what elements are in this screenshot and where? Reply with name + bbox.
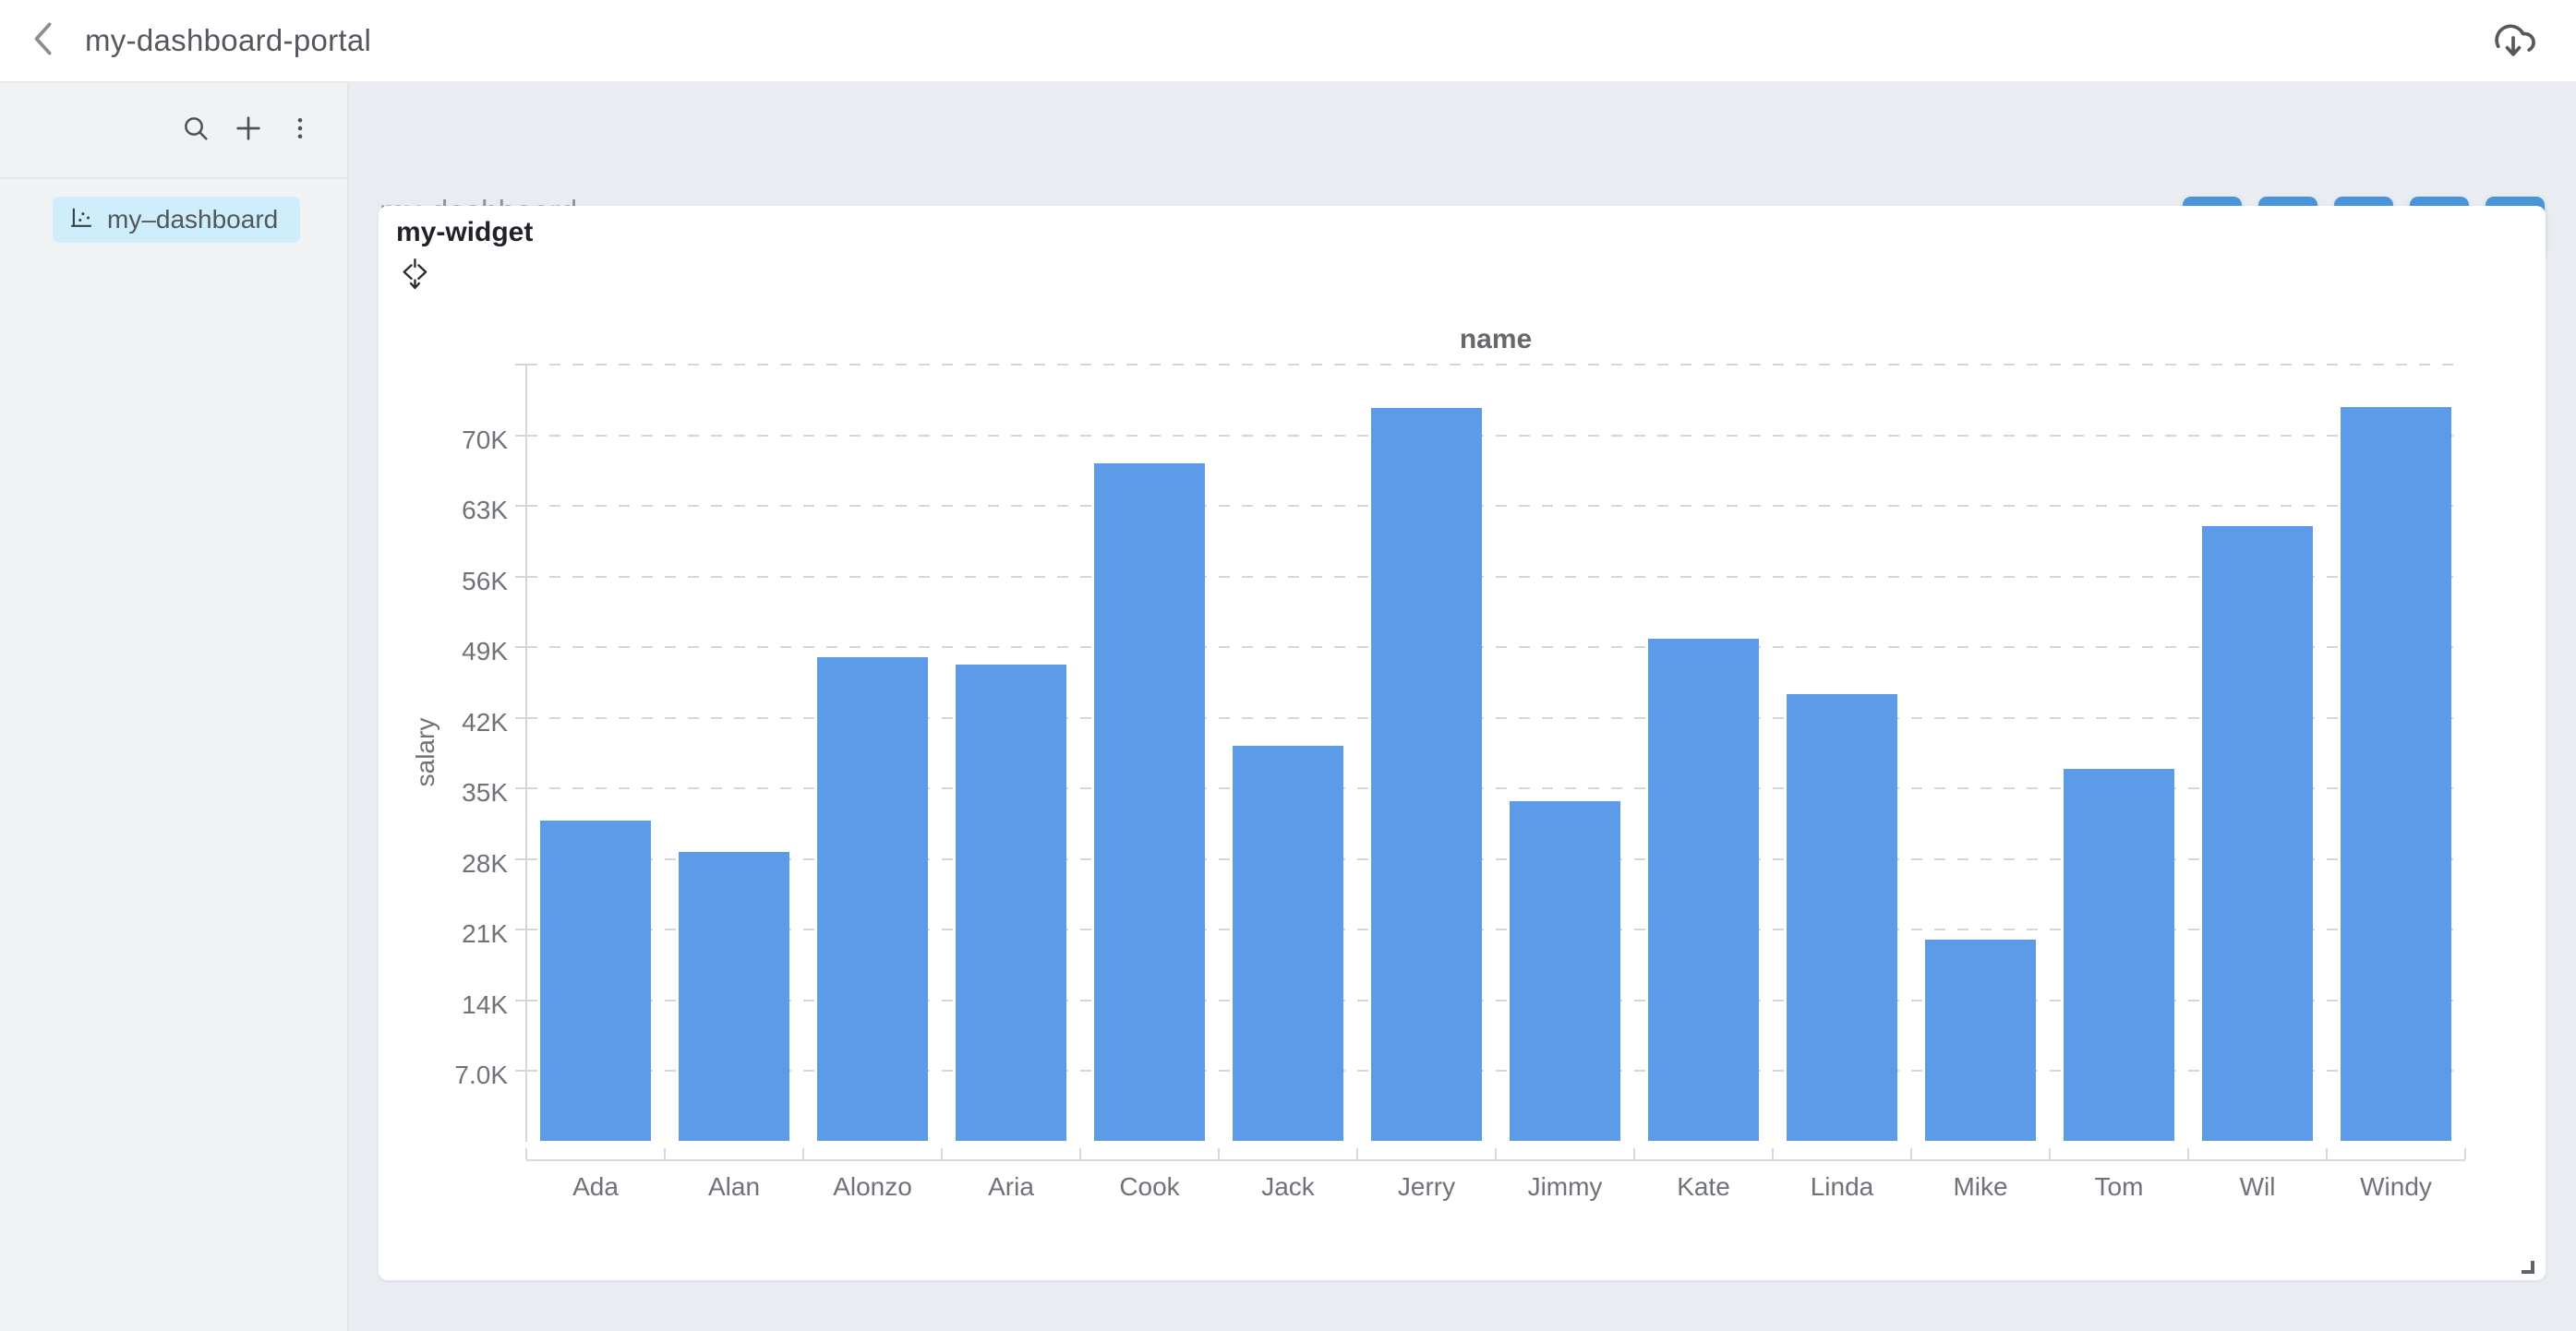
dashboard-portal-app: my-dashboard-portal (0, 0, 2576, 1331)
sidebar: my–dashboard (0, 83, 349, 1331)
y-gridline (526, 646, 2465, 648)
x-axis-label: Jack (1219, 1171, 1357, 1203)
x-axis-tick (1495, 1148, 1497, 1159)
top-header: my-dashboard-portal (0, 0, 2576, 83)
search-button[interactable] (181, 114, 211, 148)
chart-bar[interactable] (679, 852, 789, 1142)
sidebar-item-my-dashboard[interactable]: my–dashboard (53, 197, 300, 243)
y-axis-label: 42K (379, 707, 508, 738)
x-axis-tick (2049, 1148, 2051, 1159)
x-axis-tick (802, 1148, 804, 1159)
y-axis-label: 28K (379, 848, 508, 880)
x-axis-tick (2464, 1148, 2466, 1159)
chart-bar[interactable] (540, 821, 651, 1142)
chart-bar[interactable] (1233, 746, 1343, 1141)
x-axis-tick (1910, 1148, 1912, 1159)
more-options-button[interactable] (286, 114, 314, 147)
chart-icon (67, 204, 95, 236)
y-gridline (526, 576, 2465, 578)
chart-bar[interactable] (1094, 463, 1205, 1141)
plus-icon (233, 113, 264, 149)
chart-bar[interactable] (956, 665, 1066, 1142)
y-axis-label: 35K (379, 777, 508, 809)
chart-bar[interactable] (817, 657, 928, 1142)
x-axis-label: Cook (1080, 1171, 1219, 1203)
x-axis-tick (1633, 1148, 1635, 1159)
x-axis-tick (1218, 1148, 1220, 1159)
y-gridline (526, 435, 2465, 437)
chevron-left-icon (29, 18, 60, 64)
chart-bar[interactable] (2341, 407, 2451, 1142)
cloud-download-button[interactable] (2489, 17, 2537, 66)
widget-card: my-widget name7.0K14K21K28K35K42K49K56K6… (379, 206, 2546, 1280)
y-gridline (526, 505, 2465, 507)
x-axis-label: Alan (665, 1171, 803, 1203)
chart-bar[interactable] (2064, 769, 2174, 1141)
chart-title: name (526, 324, 2465, 355)
y-axis-label: 21K (379, 918, 508, 950)
resize-corner-handle[interactable] (2522, 1261, 2534, 1274)
y-axis-label: 7.0K (379, 1060, 508, 1091)
x-axis-label: Ada (526, 1171, 665, 1203)
x-axis-tick (664, 1148, 666, 1159)
x-axis-tick (1772, 1148, 1774, 1159)
x-axis-tick (2187, 1148, 2189, 1159)
portal-title: my-dashboard-portal (85, 23, 371, 58)
chart-bar[interactable] (2202, 526, 2313, 1142)
main-region: my-dashboard (351, 83, 2576, 1331)
chart-bar[interactable] (1787, 694, 1897, 1141)
x-axis-label: Wil (2188, 1171, 2327, 1203)
chart-bar[interactable] (1371, 408, 1482, 1142)
back-button[interactable] (17, 13, 72, 68)
x-axis-label: Tom (2050, 1171, 2188, 1203)
x-axis-tick (2326, 1148, 2328, 1159)
y-gridline (526, 364, 2465, 366)
y-axis-label: 49K (379, 636, 508, 667)
y-axis-line (525, 365, 527, 1142)
chart-bar[interactable] (1925, 940, 2036, 1142)
x-axis-tick (1356, 1148, 1358, 1159)
x-axis-label: Kate (1634, 1171, 1773, 1203)
x-axis-line (526, 1159, 2465, 1161)
sidebar-item-label: my–dashboard (107, 205, 278, 234)
chart-bar[interactable] (1648, 639, 1759, 1141)
x-axis-label: Linda (1773, 1171, 1911, 1203)
y-axis-label: 63K (379, 495, 508, 526)
y-axis-label: 70K (379, 425, 508, 456)
x-axis-tick (525, 1148, 527, 1159)
x-axis-label: Windy (2327, 1171, 2465, 1203)
x-axis-label: Alonzo (803, 1171, 942, 1203)
x-axis-label: Aria (942, 1171, 1080, 1203)
x-axis-label: Jerry (1357, 1171, 1496, 1203)
kebab-menu-icon (286, 114, 314, 147)
x-axis-label: Jimmy (1496, 1171, 1634, 1203)
y-axis-label: 14K (379, 989, 508, 1021)
bar-chart: name7.0K14K21K28K35K42K49K56K63K70KAdaAl… (379, 206, 2546, 1280)
add-dashboard-button[interactable] (233, 113, 264, 149)
chart-bar[interactable] (1510, 801, 1620, 1141)
sidebar-toolbar (0, 83, 347, 179)
cloud-download-icon (2489, 17, 2537, 66)
x-axis-tick (1079, 1148, 1081, 1159)
y-axis-name: salary (411, 660, 442, 845)
y-axis-label: 56K (379, 566, 508, 597)
x-axis-tick (941, 1148, 943, 1159)
x-axis-label: Mike (1911, 1171, 2050, 1203)
search-icon (181, 114, 211, 148)
